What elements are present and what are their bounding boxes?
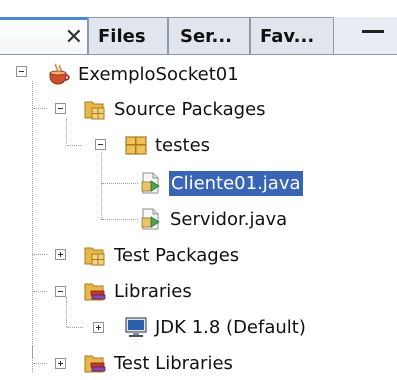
tree-node-project[interactable]: ExemploSocket01 bbox=[47, 57, 239, 91]
expand-toggle-test-packages[interactable] bbox=[55, 249, 66, 260]
tab-services-label: Ser... bbox=[180, 26, 232, 47]
tree-node-test-libraries[interactable]: Test Libraries bbox=[83, 346, 233, 380]
expand-toggle-jdk[interactable] bbox=[93, 322, 104, 333]
tree-connector bbox=[33, 254, 47, 255]
tab-projects[interactable]: ✕ bbox=[0, 17, 88, 55]
tree-node-source-packages[interactable]: Source Packages bbox=[83, 92, 266, 126]
expand-toggle-test-libraries[interactable] bbox=[55, 358, 66, 369]
tree-connector bbox=[102, 219, 138, 220]
tree-connector bbox=[67, 145, 81, 146]
java-file-icon bbox=[139, 207, 163, 231]
tab-favorites-label: Fav... bbox=[260, 26, 315, 47]
tab-services[interactable]: Ser... bbox=[168, 17, 250, 55]
tree-connector bbox=[66, 297, 67, 327]
tab-files-label: Files bbox=[98, 26, 146, 47]
tree-node-test-packages[interactable]: Test Packages bbox=[83, 238, 239, 272]
tree-node-label: ExemploSocket01 bbox=[78, 63, 239, 85]
minimize-icon bbox=[362, 30, 384, 33]
tree-connector bbox=[67, 327, 83, 328]
project-tree: ExemploSocket01 Source Packages testes C… bbox=[0, 55, 397, 374]
collapse-toggle-testes[interactable] bbox=[95, 139, 106, 150]
top-strip bbox=[0, 0, 397, 17]
package-icon bbox=[124, 133, 148, 157]
jdk-computer-icon bbox=[124, 315, 148, 339]
tree-node-label: testes bbox=[155, 134, 211, 156]
close-icon[interactable]: ✕ bbox=[65, 26, 83, 49]
tree-node-package-testes[interactable]: testes bbox=[124, 128, 210, 162]
tree-connector bbox=[32, 345, 33, 373]
package-folder-icon bbox=[83, 97, 107, 121]
tree-connector bbox=[101, 153, 102, 220]
tree-node-label: Test Packages bbox=[114, 244, 240, 266]
tab-files[interactable]: Files bbox=[88, 17, 168, 55]
tree-connector bbox=[66, 119, 67, 144]
library-folder-icon bbox=[83, 351, 107, 375]
tree-node-label: Cliente01.java bbox=[169, 170, 303, 196]
java-file-icon bbox=[139, 171, 163, 195]
collapse-toggle-libraries[interactable] bbox=[55, 286, 66, 297]
tree-connector bbox=[33, 291, 47, 292]
minimize-button[interactable] bbox=[356, 20, 392, 50]
tree-connector bbox=[33, 363, 47, 364]
library-folder-icon bbox=[83, 279, 107, 303]
tree-node-label: Servidor.java bbox=[170, 208, 288, 230]
tree-node-label: Test Libraries bbox=[114, 352, 233, 374]
collapse-toggle-project[interactable] bbox=[16, 66, 27, 77]
tree-node-libraries[interactable]: Libraries bbox=[83, 274, 192, 308]
tree-node-file-cliente01[interactable]: Cliente01.java bbox=[139, 166, 303, 200]
package-folder-icon bbox=[83, 243, 107, 267]
tree-node-label: Source Packages bbox=[114, 98, 266, 120]
tree-connector bbox=[32, 81, 33, 358]
tree-node-file-servidor[interactable]: Servidor.java bbox=[139, 202, 287, 236]
tree-node-label: Libraries bbox=[114, 280, 192, 302]
tree-connector bbox=[33, 108, 47, 109]
tree-node-jdk[interactable]: JDK 1.8 (Default) bbox=[124, 310, 306, 344]
collapse-toggle-source-packages[interactable] bbox=[55, 103, 66, 114]
tree-connector bbox=[102, 183, 138, 184]
tree-node-label: JDK 1.8 (Default) bbox=[155, 316, 306, 338]
explorer-tab-bar: ✕ Files Ser... Fav... bbox=[0, 0, 397, 55]
tab-favorites[interactable]: Fav... bbox=[250, 17, 334, 55]
coffee-cup-project-icon bbox=[47, 62, 71, 86]
